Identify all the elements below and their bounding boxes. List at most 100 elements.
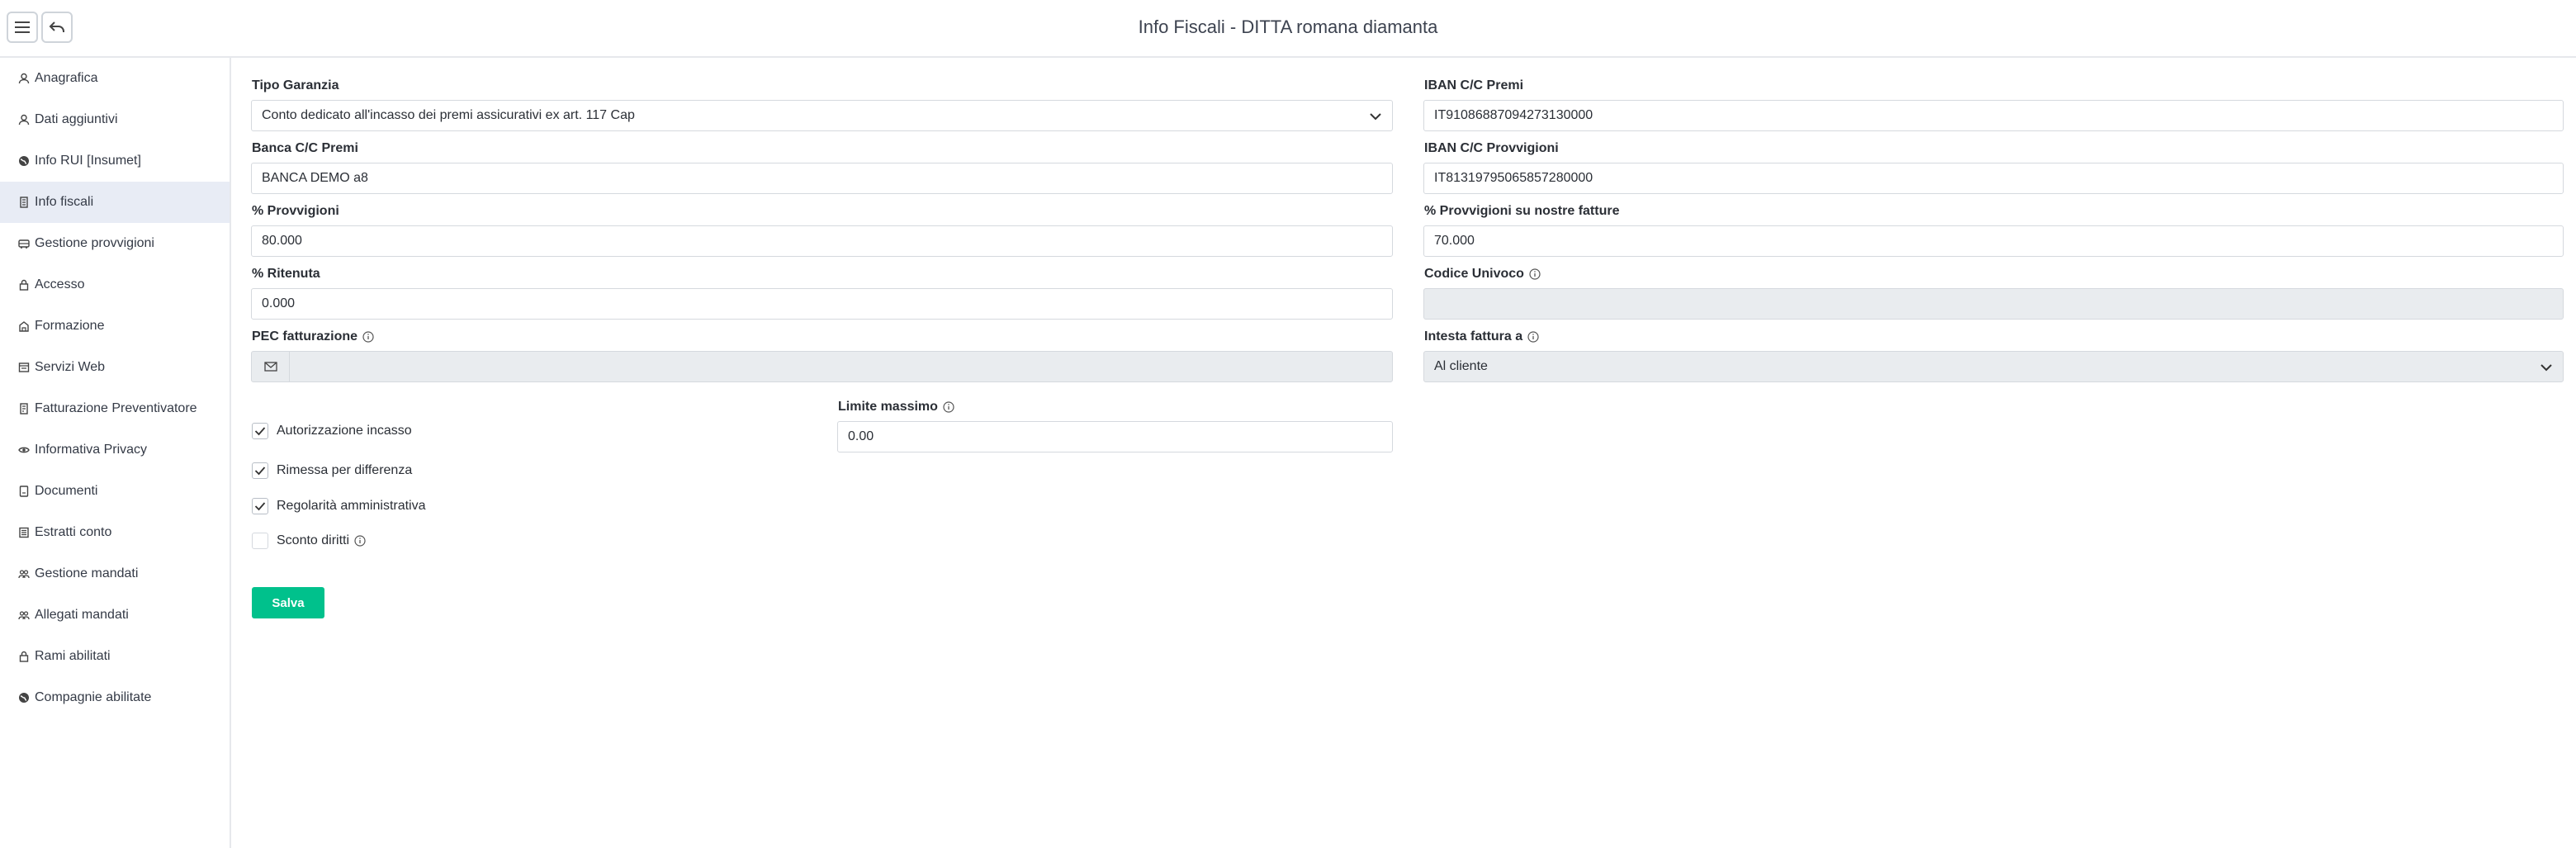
regolarita-amministrativa-checkbox[interactable]: Regolarità amministrativa xyxy=(252,498,426,514)
tipo-garanzia-select[interactable]: Conto dedicato all'incasso dei premi ass… xyxy=(251,100,1393,131)
provvigioni-value: 80.000 xyxy=(262,234,302,248)
pec-input[interactable] xyxy=(251,351,1393,382)
lock-icon xyxy=(19,279,29,291)
info-icon[interactable] xyxy=(362,331,374,343)
intesta-fattura-label-text: Intesta fattura a xyxy=(1424,329,1523,343)
sidebar-item-label: Informativa Privacy xyxy=(35,443,148,457)
intesta-fattura-select[interactable]: Al cliente xyxy=(1423,351,2564,382)
info-icon[interactable] xyxy=(354,535,366,547)
intesta-fattura-label: Intesta fattura a xyxy=(1424,329,1539,344)
sidebar-item-label: Servizi Web xyxy=(35,360,106,374)
sidebar-item-label: Accesso xyxy=(35,277,85,291)
sidebar-item-accesso[interactable]: Accesso xyxy=(0,264,230,306)
chevron-down-icon xyxy=(1370,113,1381,121)
sidebar-item-label: Documenti xyxy=(35,484,98,498)
provvigioni-fatture-label: % Provvigioni su nostre fatture xyxy=(1424,204,1620,218)
chevron-down-icon xyxy=(2540,364,2552,372)
sidebar-item-label: Estratti conto xyxy=(35,525,112,539)
file-icon xyxy=(19,486,29,497)
users-icon xyxy=(18,570,30,579)
sidebar-item-allegati-mandati[interactable]: Allegati mandati xyxy=(0,595,230,636)
sidebar-item-dati-aggiuntivi[interactable]: Dati aggiuntivi xyxy=(0,99,230,140)
checkbox-box[interactable] xyxy=(252,423,268,439)
pec-label: PEC fatturazione xyxy=(252,329,374,344)
check-icon xyxy=(254,467,266,476)
rimessa-differenza-checkbox[interactable]: Rimessa per differenza xyxy=(252,462,412,479)
limite-massimo-label-text: Limite massimo xyxy=(838,400,938,414)
banca-premi-label: Banca C/C Premi xyxy=(252,141,358,155)
provvigioni-fatture-value: 70.000 xyxy=(1434,234,1475,248)
globe-icon xyxy=(19,156,29,166)
sidebar-item-compagnie-abilitate[interactable]: Compagnie abilitate xyxy=(0,677,230,718)
pec-label-text: PEC fatturazione xyxy=(252,329,358,343)
tipo-garanzia-label: Tipo Garanzia xyxy=(252,78,339,92)
users-icon xyxy=(18,611,30,620)
limite-massimo-input[interactable]: 0.00 xyxy=(837,421,1393,452)
iban-provvigioni-value: IT81319795065857280000 xyxy=(1434,171,1593,185)
sidebar-item-servizi-web[interactable]: Servizi Web xyxy=(0,347,230,388)
user-icon xyxy=(18,73,30,84)
iban-premi-label: IBAN C/C Premi xyxy=(1424,78,1524,92)
sidebar-item-rami-abilitati[interactable]: Rami abilitati xyxy=(0,636,230,677)
codice-univoco-label: Codice Univoco xyxy=(1424,267,1541,282)
ritenuta-input[interactable]: 0.000 xyxy=(251,288,1393,320)
document-icon xyxy=(20,403,28,415)
document-icon xyxy=(20,197,28,208)
limite-massimo-value: 0.00 xyxy=(848,429,874,443)
checkbox-label: Autorizzazione incasso xyxy=(277,424,412,438)
sidebar-item-documenti[interactable]: Documenti xyxy=(0,471,230,512)
pec-addon xyxy=(252,352,290,381)
provvigioni-input[interactable]: 80.000 xyxy=(251,225,1393,257)
sidebar-item-fatturazione-preventivatore[interactable]: Fatturazione Preventivatore xyxy=(0,388,230,429)
info-icon[interactable] xyxy=(943,401,954,413)
list-icon xyxy=(19,527,29,538)
info-icon[interactable] xyxy=(1527,331,1539,343)
banca-premi-input[interactable]: BANCA DEMO a8 xyxy=(251,163,1393,194)
intesta-fattura-value: Al cliente xyxy=(1434,359,1488,373)
sidebar: Anagrafica Dati aggiuntivi Info RUI [Ins… xyxy=(0,58,231,848)
checkbox-box[interactable] xyxy=(252,533,268,549)
codice-univoco-input[interactable] xyxy=(1423,288,2564,320)
sidebar-item-info-rui[interactable]: Info RUI [Insumet] xyxy=(0,140,230,182)
codice-univoco-label-text: Codice Univoco xyxy=(1424,267,1524,281)
iban-premi-input[interactable]: IT91086887094273130000 xyxy=(1423,100,2564,131)
autorizzazione-incasso-checkbox[interactable]: Autorizzazione incasso xyxy=(252,423,412,439)
sidebar-item-label: Gestione provvigioni xyxy=(35,236,154,250)
checkbox-box[interactable] xyxy=(252,498,268,514)
provvigioni-fatture-input[interactable]: 70.000 xyxy=(1423,225,2564,257)
sidebar-item-estratti-conto[interactable]: Estratti conto xyxy=(0,512,230,553)
ritenuta-value: 0.000 xyxy=(262,296,296,310)
sidebar-item-label: Formazione xyxy=(35,319,105,333)
iban-provvigioni-input[interactable]: IT81319795065857280000 xyxy=(1423,163,2564,194)
sidebar-item-label: Info fiscali xyxy=(35,195,94,209)
sidebar-item-informativa-privacy[interactable]: Informativa Privacy xyxy=(0,429,230,471)
sidebar-item-gestione-mandati[interactable]: Gestione mandati xyxy=(0,553,230,595)
checkbox-box[interactable] xyxy=(252,462,268,479)
iban-provvigioni-label: IBAN C/C Provvigioni xyxy=(1424,141,1559,155)
sidebar-item-label: Fatturazione Preventivatore xyxy=(35,401,197,415)
banca-premi-value: BANCA DEMO a8 xyxy=(262,171,368,185)
tipo-garanzia-value: Conto dedicato all'incasso dei premi ass… xyxy=(262,108,635,122)
sidebar-item-info-fiscali[interactable]: Info fiscali xyxy=(0,182,230,223)
sidebar-item-gestione-provvigioni[interactable]: Gestione provvigioni xyxy=(0,223,230,264)
sidebar-item-label: Rami abilitati xyxy=(35,649,111,663)
sidebar-item-formazione[interactable]: Formazione xyxy=(0,306,230,347)
limite-massimo-label: Limite massimo xyxy=(838,400,954,415)
save-button[interactable]: Salva xyxy=(252,587,324,618)
checkbox-label: Regolarità amministrativa xyxy=(277,499,426,513)
check-icon xyxy=(254,502,266,511)
page-title: Info Fiscali - DITTA romana diamanta xyxy=(1138,17,1438,37)
checkbox-label: Rimessa per differenza xyxy=(277,463,413,477)
info-icon[interactable] xyxy=(1529,268,1541,280)
lock-icon xyxy=(19,651,29,662)
sidebar-item-label: Allegati mandati xyxy=(35,608,129,622)
sidebar-item-label: Gestione mandati xyxy=(35,566,139,580)
envelope-icon xyxy=(263,362,277,372)
graduation-icon xyxy=(19,321,29,332)
sidebar-item-anagrafica[interactable]: Anagrafica xyxy=(0,58,230,99)
user-icon xyxy=(18,114,30,126)
top-bar: Info Fiscali - DITTA romana diamanta xyxy=(0,0,2576,58)
sidebar-item-label: Compagnie abilitate xyxy=(35,690,152,704)
server-icon xyxy=(18,362,30,372)
sconto-diritti-checkbox[interactable]: Sconto diritti xyxy=(252,533,366,549)
